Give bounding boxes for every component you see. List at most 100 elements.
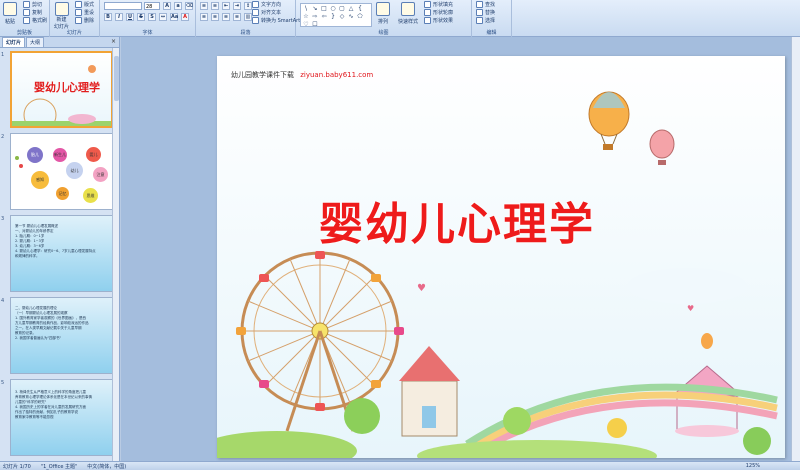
align-center-icon[interactable]: ≡	[211, 13, 219, 21]
paragraph-group: ≡ ≡ ⇤ ⇥ ↕ ≡ ≡ ≡ ≡ ▥ 文字方向 对齐文本 转换为 SmartA…	[196, 0, 300, 37]
tab-outline[interactable]: 大纲	[26, 37, 45, 47]
case-icon[interactable]: Aa	[170, 13, 178, 21]
font-size-combo[interactable]: 28	[144, 2, 160, 10]
group-label-paragraph: 段落	[240, 30, 251, 36]
slide-canvas[interactable]: ♥ ♥ 幼儿园教学课件下载 ziyuan.baby611.com 婴幼儿心理学	[217, 56, 785, 458]
align-text-button[interactable]: 对齐文本	[252, 9, 281, 16]
align-left-icon[interactable]: ≡	[200, 13, 208, 21]
brace-shape-icon[interactable]: }	[329, 13, 337, 20]
callout-shape-icon[interactable]: ☐	[311, 21, 319, 28]
paste-button[interactable]: 粘贴	[3, 2, 17, 25]
shadow-icon[interactable]: S	[148, 13, 156, 21]
decrease-indent-icon[interactable]: ⇤	[222, 2, 230, 10]
thumb-1-title: 婴幼儿心理学	[34, 81, 100, 94]
shrink-font-icon[interactable]: a	[174, 2, 182, 10]
diamond-shape-icon[interactable]: ◇	[338, 13, 346, 20]
reset-icon	[75, 9, 82, 16]
quick-styles-icon	[401, 2, 415, 16]
numbering-icon[interactable]: ≡	[211, 2, 219, 10]
slide-thumbnail-5[interactable]: 3. 杨绛先生从严格意义上的科学的角度把儿童 养育教育心理学理论体系化是在本世纪…	[10, 379, 113, 456]
layout-button[interactable]: 版式	[75, 1, 94, 8]
shape-effects-button[interactable]: 形状效果	[424, 17, 453, 24]
thumb-text-line: 2. 我国学者普遍认为"四部书"	[15, 336, 62, 340]
heart-shape-icon[interactable]: ♡	[302, 21, 310, 28]
rarrow-shape-icon[interactable]: ⇨	[311, 13, 319, 20]
curve-shape-icon[interactable]: ∿	[347, 13, 355, 20]
shape-fill-button[interactable]: 形状填充	[424, 1, 453, 8]
arrange-icon	[376, 2, 390, 16]
slide-thumbnail-2[interactable]: 胎儿 新生儿 婴儿 幼儿 感知 注意 记忆 思维	[10, 133, 113, 210]
arrange-button[interactable]: 排列	[376, 2, 390, 25]
thumbnail-scrollbar[interactable]	[112, 48, 119, 461]
mind-map-node	[19, 164, 23, 168]
reset-button[interactable]: 重设	[75, 9, 94, 16]
quick-styles-button[interactable]: 快速样式	[398, 2, 418, 25]
italic-icon[interactable]: I	[115, 13, 123, 21]
editing-group: 查找 替换 选择 编辑	[472, 0, 512, 37]
underline-icon[interactable]: U	[126, 13, 134, 21]
text-direction-button[interactable]: 文字方向	[252, 1, 281, 8]
justify-icon[interactable]: ≡	[233, 13, 241, 21]
cut-button[interactable]: 剪切	[23, 1, 42, 8]
slide-thumbnail-1[interactable]: 婴幼儿心理学	[10, 51, 113, 128]
scissors-icon	[23, 1, 30, 8]
grow-font-icon[interactable]: A	[163, 2, 171, 10]
thumb-number: 5	[1, 380, 5, 386]
replace-button[interactable]: 替换	[476, 9, 495, 16]
mind-map-node: 记忆	[56, 187, 69, 200]
clipboard-group: 粘贴 剪切 复制 格式刷 剪贴板	[0, 0, 50, 37]
tab-slides[interactable]: 幻灯片	[2, 37, 26, 47]
line-shape-icon[interactable]: \	[302, 5, 310, 12]
zoom-level[interactable]: 125%	[746, 463, 760, 469]
arrow-shape-icon[interactable]: ↘	[311, 5, 319, 12]
increase-indent-icon[interactable]: ⇥	[233, 2, 241, 10]
outline-pen-icon	[424, 9, 431, 16]
bold-icon[interactable]: B	[104, 13, 112, 21]
slide-title[interactable]: 婴幼儿心理学	[319, 188, 595, 252]
smartart-button[interactable]: 转换为 SmartArt	[252, 17, 300, 24]
larrow-shape-icon[interactable]: ⇦	[320, 13, 328, 20]
delete-icon	[75, 17, 82, 24]
binoculars-icon	[476, 1, 483, 8]
shape-outline-button[interactable]: 形状轮廓	[424, 9, 453, 16]
new-slide-icon	[54, 2, 69, 16]
columns-icon[interactable]: ▥	[244, 13, 252, 21]
thumb-number: 4	[1, 298, 5, 304]
editor-scrollbar[interactable]	[791, 37, 800, 461]
slide-thumbnail-4[interactable]: 二、婴幼儿心理发展的理论 （一）早期婴幼儿心理发展的观察 1. 国外教育家学者观…	[10, 297, 113, 374]
oval-shape-icon[interactable]: ○	[329, 5, 337, 12]
roundrect-shape-icon[interactable]: ▢	[338, 5, 346, 12]
slide-background-illustration: ♥ ♥	[217, 56, 785, 458]
format-painter-button[interactable]: 格式刷	[23, 17, 47, 24]
bullets-icon[interactable]: ≡	[200, 2, 208, 10]
slide-thumbnail-3[interactable]: 第一节 婴幼儿心理发展概述 一、对婴幼儿的年龄界定 1. 胎儿期：0~1岁 2.…	[10, 215, 113, 292]
find-button[interactable]: 查找	[476, 1, 495, 8]
close-icon[interactable]: ×	[111, 38, 116, 45]
font-name-combo[interactable]	[104, 2, 142, 10]
slides-group: 新建 幻灯片 版式 重设 删除 幻灯片	[50, 0, 100, 37]
delete-button[interactable]: 删除	[75, 17, 94, 24]
thumbnail-list: 1 婴幼儿心理学 2 胎儿 新生儿 婴儿 幼儿 感知 注意 记忆 思维 3 第一…	[0, 48, 113, 461]
select-button[interactable]: 选择	[476, 17, 495, 24]
line-spacing-icon[interactable]: ↕	[244, 2, 252, 10]
font-color-icon[interactable]: A	[181, 13, 189, 21]
group-label-editing: 编辑	[486, 30, 497, 36]
star-shape-icon[interactable]: ☆	[302, 13, 310, 20]
pentagon-shape-icon[interactable]: ⬠	[356, 13, 364, 20]
bracket-shape-icon[interactable]: {	[356, 5, 364, 12]
clear-format-icon[interactable]: ⌫	[185, 2, 193, 10]
triangle-shape-icon[interactable]: △	[347, 5, 355, 12]
align-text-icon	[252, 9, 259, 16]
shapes-gallery[interactable]: \ ↘ □ ○ ▢ △{ ☆ ⇨ ⇦} ◇ ∿ ⬠ ♡ ☐	[300, 3, 372, 28]
scrollbar-thumb[interactable]	[114, 56, 119, 101]
copy-button[interactable]: 复制	[23, 9, 42, 16]
mind-map-node	[15, 156, 19, 160]
align-right-icon[interactable]: ≡	[222, 13, 230, 21]
rect-shape-icon[interactable]: □	[320, 5, 328, 12]
language-indicator[interactable]: 中文(简体，中国)	[87, 463, 126, 470]
strikethrough-icon[interactable]: S	[137, 13, 145, 21]
spacing-icon[interactable]: ↔	[159, 13, 167, 21]
mind-map-node: 思维	[83, 188, 98, 203]
new-slide-button[interactable]: 新建 幻灯片	[54, 2, 69, 30]
slide-header: 幼儿园教学课件下载 ziyuan.baby611.com	[231, 70, 373, 80]
